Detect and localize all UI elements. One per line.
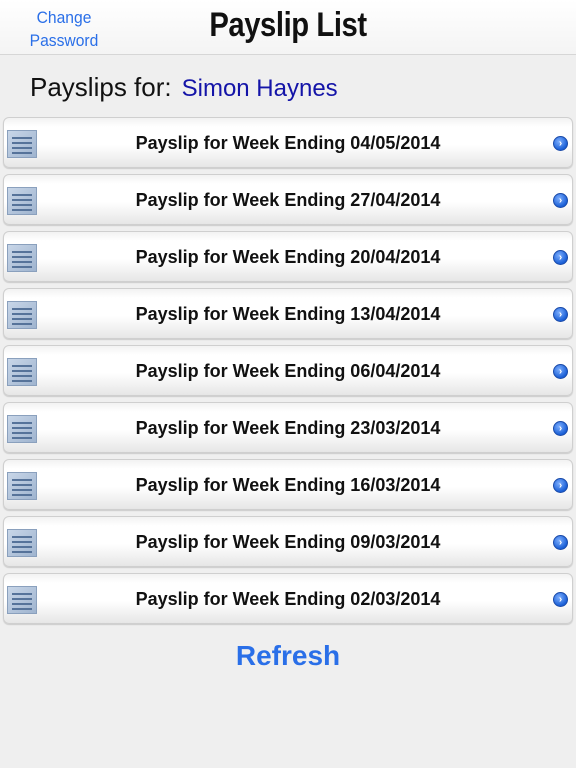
chevron-right-icon[interactable]: › [553, 535, 568, 550]
employee-label: Payslips for: [30, 72, 172, 102]
document-thumbnail-icon [7, 529, 37, 557]
chevron-right-icon[interactable]: › [553, 136, 568, 151]
payslip-row[interactable]: Payslip for Week Ending 13/04/2014 › [3, 288, 573, 339]
payslip-row[interactable]: Payslip for Week Ending 04/05/2014 › [3, 117, 573, 168]
payslip-row-label: Payslip for Week Ending 06/04/2014 [135, 361, 441, 381]
document-thumbnail-icon [7, 472, 37, 500]
payslip-row-label: Payslip for Week Ending 20/04/2014 [135, 247, 441, 267]
payslip-list: Payslip for Week Ending 04/05/2014 › Paysl… [3, 117, 573, 630]
refresh-button[interactable]: Refresh [0, 640, 576, 672]
chevron-right-icon[interactable]: › [553, 364, 568, 379]
payslip-row[interactable]: Payslip for Week Ending 02/03/2014 › [3, 573, 573, 624]
payslip-row-label: Payslip for Week Ending 04/05/2014 [135, 133, 441, 153]
chevron-right-icon[interactable]: › [553, 193, 568, 208]
employee-header: Payslips for: Simon Haynes [30, 72, 338, 106]
payslip-row-label: Payslip for Week Ending 09/03/2014 [135, 532, 441, 552]
payslip-row[interactable]: Payslip for Week Ending 23/03/2014 › [3, 402, 573, 453]
document-thumbnail-icon [7, 301, 37, 329]
document-thumbnail-icon [7, 130, 37, 158]
payslip-row-label: Payslip for Week Ending 16/03/2014 [135, 475, 441, 495]
payslip-row[interactable]: Payslip for Week Ending 20/04/2014 › [3, 231, 573, 282]
payslip-row-label: Payslip for Week Ending 02/03/2014 [135, 589, 441, 609]
document-thumbnail-icon [7, 586, 37, 614]
chevron-right-icon[interactable]: › [553, 421, 568, 436]
chevron-right-icon[interactable]: › [553, 592, 568, 607]
payslip-row[interactable]: Payslip for Week Ending 09/03/2014 › [3, 516, 573, 567]
chevron-right-icon[interactable]: › [553, 307, 568, 322]
chevron-right-icon[interactable]: › [553, 478, 568, 493]
payslip-row[interactable]: Payslip for Week Ending 27/04/2014 › [3, 174, 573, 225]
chevron-right-icon[interactable]: › [553, 250, 568, 265]
payslip-row-label: Payslip for Week Ending 13/04/2014 [135, 304, 441, 324]
page-title: Payslip List [209, 6, 367, 44]
navigation-bar: Change Password Payslip List [0, 0, 576, 55]
document-thumbnail-icon [7, 187, 37, 215]
document-thumbnail-icon [7, 244, 37, 272]
employee-name: Simon Haynes [181, 75, 338, 102]
document-thumbnail-icon [7, 415, 37, 443]
payslip-row-label: Payslip for Week Ending 23/03/2014 [135, 418, 441, 438]
payslip-row[interactable]: Payslip for Week Ending 16/03/2014 › [3, 459, 573, 510]
payslip-row-label: Payslip for Week Ending 27/04/2014 [135, 190, 441, 210]
payslip-row[interactable]: Payslip for Week Ending 06/04/2014 › [3, 345, 573, 396]
document-thumbnail-icon [7, 358, 37, 386]
